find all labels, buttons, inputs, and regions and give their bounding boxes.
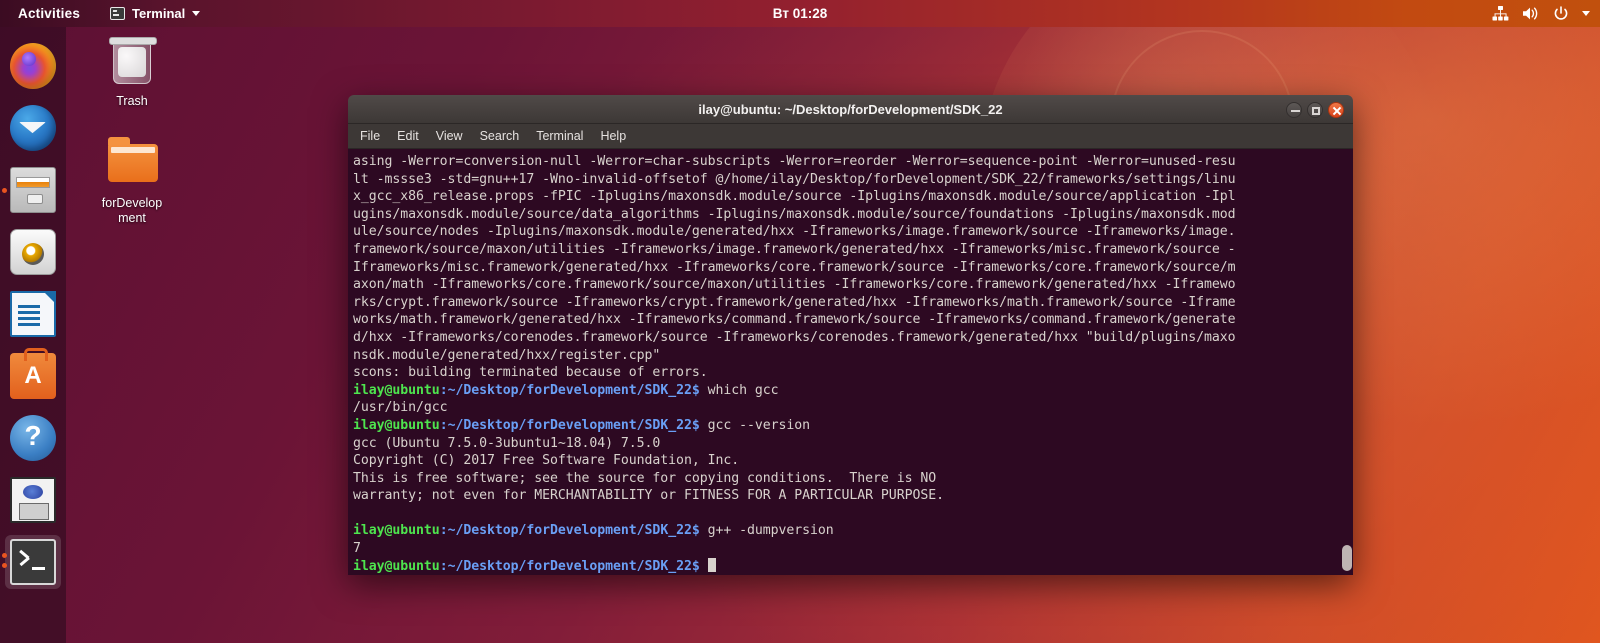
ubuntu-software-icon xyxy=(10,348,56,399)
dock-item-files[interactable] xyxy=(0,159,66,221)
dock-item-help[interactable] xyxy=(0,407,66,469)
volume-icon[interactable] xyxy=(1522,6,1540,21)
close-button[interactable] xyxy=(1328,101,1344,118)
minimize-button[interactable] xyxy=(1286,101,1302,118)
disks-icon xyxy=(10,477,56,523)
dock-item-terminal[interactable] xyxy=(0,531,66,593)
terminal-body[interactable]: asing -Werror=conversion-null -Werror=ch… xyxy=(348,149,1353,575)
chevron-down-icon[interactable] xyxy=(1582,11,1590,16)
top-bar: Activities Terminal Вт 01:28 xyxy=(0,0,1600,27)
dock-item-thunderbird[interactable] xyxy=(0,97,66,159)
thunderbird-icon xyxy=(10,105,56,151)
desktop-icon-trash[interactable]: Trash xyxy=(86,36,178,109)
terminal-icon xyxy=(110,7,126,20)
menu-file[interactable]: File xyxy=(360,129,380,143)
libreoffice-writer-icon xyxy=(10,291,56,337)
desktop-icon-label: forDevelop ment xyxy=(101,196,163,225)
terminal-window[interactable]: ilay@ubuntu: ~/Desktop/forDevelopment/SD… xyxy=(348,95,1353,575)
activities-button[interactable]: Activities xyxy=(8,3,90,24)
menu-help[interactable]: Help xyxy=(600,129,626,143)
dock-item-firefox[interactable] xyxy=(0,35,66,97)
running-indicator-dot xyxy=(2,188,7,193)
menu-search[interactable]: Search xyxy=(480,129,520,143)
window-controls xyxy=(1286,95,1344,124)
firefox-icon xyxy=(10,43,56,89)
terminal-menubar: File Edit View Search Terminal Help xyxy=(348,124,1353,149)
desktop-icon-fordevelopment[interactable]: forDevelop ment xyxy=(86,136,178,226)
dock-item-ubuntu-software[interactable] xyxy=(0,345,66,407)
clock[interactable]: Вт 01:28 xyxy=(720,6,880,21)
scrollbar-thumb[interactable] xyxy=(1342,545,1352,571)
running-indicator-dot-2 xyxy=(2,563,7,568)
app-menu-label: Terminal xyxy=(132,6,186,21)
trash-icon xyxy=(108,37,157,90)
window-title: ilay@ubuntu: ~/Desktop/forDevelopment/SD… xyxy=(698,101,1003,117)
system-tray[interactable] xyxy=(1492,5,1590,22)
chevron-down-icon xyxy=(192,11,201,16)
terminal-scrollbar[interactable] xyxy=(1341,149,1353,575)
maximize-button[interactable] xyxy=(1307,101,1323,118)
dock-item-libreoffice-writer[interactable] xyxy=(0,283,66,345)
files-icon xyxy=(10,167,56,213)
terminal-output[interactable]: asing -Werror=conversion-null -Werror=ch… xyxy=(350,153,1353,575)
window-titlebar[interactable]: ilay@ubuntu: ~/Desktop/forDevelopment/SD… xyxy=(348,95,1353,124)
terminal-icon xyxy=(10,539,56,585)
power-icon[interactable] xyxy=(1553,5,1569,22)
menu-view[interactable]: View xyxy=(436,129,463,143)
running-indicator-dot xyxy=(2,553,7,558)
desktop-icon-label: Trash xyxy=(116,94,148,108)
menu-terminal[interactable]: Terminal xyxy=(536,129,583,143)
help-icon xyxy=(10,415,56,461)
rhythmbox-icon xyxy=(10,229,56,275)
dock xyxy=(0,27,66,643)
dock-item-disks[interactable] xyxy=(0,469,66,531)
network-icon[interactable] xyxy=(1492,6,1509,21)
folder-icon xyxy=(108,137,158,192)
menu-edit[interactable]: Edit xyxy=(397,129,419,143)
app-menu-button[interactable]: Terminal xyxy=(102,3,208,24)
dock-item-rhythmbox[interactable] xyxy=(0,221,66,283)
